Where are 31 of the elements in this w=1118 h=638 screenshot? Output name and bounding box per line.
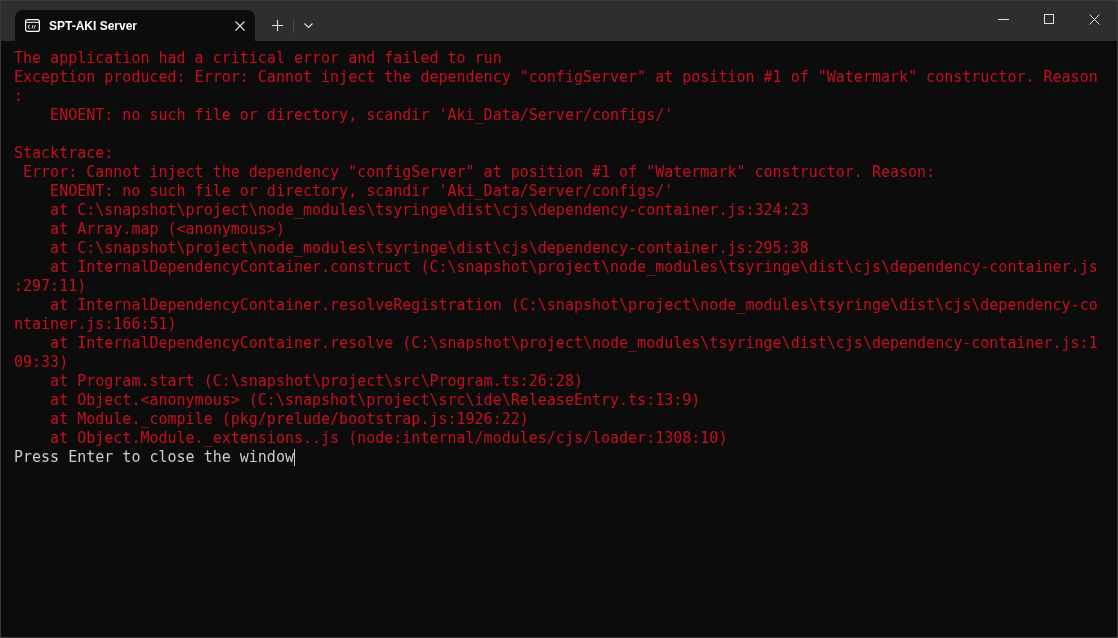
error-line: at InternalDependencyContainer.resolve (C:\snapshot\project\node_modules\tsyringe\dist\cjs\dependency-container.js:1	[49, 334, 1098, 353]
error-line: Error: Cannot inject the dependency "configServer" at position #1 of "Watermark" constructor. Reason:	[22, 163, 936, 182]
minimize-icon[interactable]	[998, 18, 1009, 20]
error-line: at Module._compile (pkg/prelude/bootstrap.js:1926:22)	[49, 410, 529, 429]
close-tab-icon[interactable]	[235, 20, 245, 31]
error-line: at Array.map (<anonymous>)	[49, 220, 285, 239]
error-line: ENOENT: no such file or directory, scandir 'Aki_Data/Server/configs/'	[49, 182, 674, 201]
error-line: Exception produced: Error: Cannot inject the dependency "configServer" at position #1 of "Watermark" constructor. Reason	[14, 68, 1098, 87]
terminal-tab[interactable]: SPT-AKI Server	[15, 10, 255, 41]
error-line: at Object.Module._extensions..js (node:internal/modules/cjs/loader:1308:10)	[49, 429, 728, 448]
close-icon[interactable]	[1089, 13, 1100, 25]
prompt-line: Press Enter to close the window	[14, 448, 294, 467]
terminal-icon	[25, 19, 40, 32]
error-line: at InternalDependencyContainer.construct (C:\snapshot\project\node_modules\tsyringe\dist\cjs\dependency-container.js	[49, 258, 1098, 277]
dropdown-icon[interactable]	[304, 22, 313, 29]
error-line: :	[14, 87, 24, 106]
new-tab-icon[interactable]	[272, 20, 283, 31]
error-line: The application had a critical error and failed to run	[14, 49, 502, 68]
error-line: at Program.start (C:\snapshot\project\src\Program.ts:26:28)	[49, 372, 583, 391]
error-line: :297:11)	[14, 277, 87, 296]
error-line: at C:\snapshot\project\node_modules\tsyringe\dist\cjs\dependency-container.js:324:23	[49, 201, 809, 220]
error-line: ENOENT: no such file or directory, scandir 'Aki_Data/Server/configs/'	[49, 106, 674, 125]
error-line: 09:33)	[14, 353, 69, 372]
error-line: ntainer.js:166:51)	[14, 315, 177, 334]
tab-title: SPT-AKI Server	[49, 17, 139, 35]
text-cursor	[293, 449, 295, 466]
error-line: at Object.<anonymous> (C:\snapshot\project\src\ide\ReleaseEntry.ts:13:9)	[49, 391, 701, 410]
maximize-icon[interactable]	[1044, 14, 1054, 24]
error-line: at InternalDependencyContainer.resolveRegistration (C:\snapshot\project\node_modules\tsyringe\dist\cjs\dependency-co	[49, 296, 1098, 315]
error-line: Stacktrace:	[14, 144, 114, 163]
error-line: at C:\snapshot\project\node_modules\tsyringe\dist\cjs\dependency-container.js:295:38	[49, 239, 809, 258]
